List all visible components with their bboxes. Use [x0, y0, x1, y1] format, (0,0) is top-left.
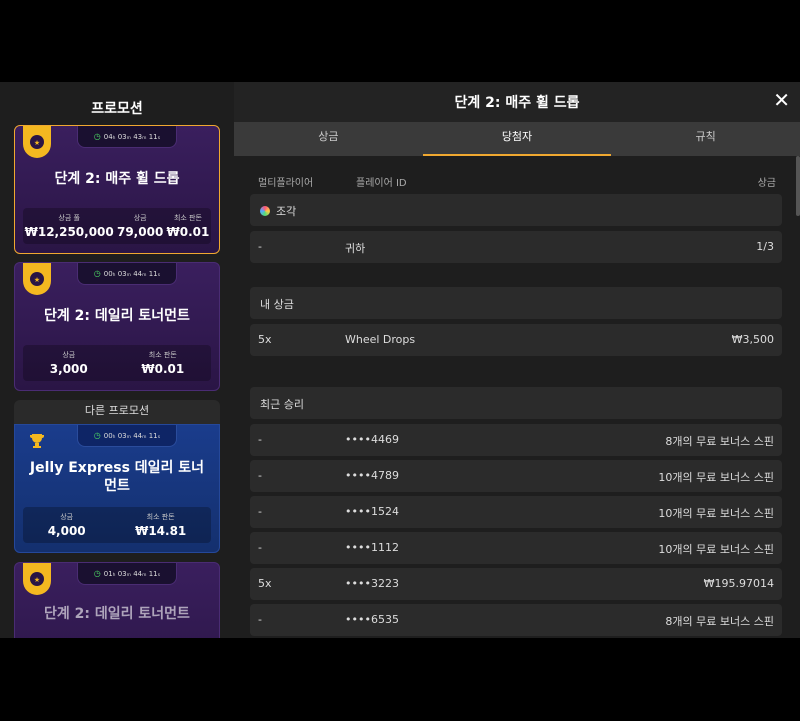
col-header-player-id: 플레이어 ID: [356, 178, 407, 189]
promotion-details: 단계 2: 매주 휠 드롭 ✕ 상금 당첨자 규칙 멀티플라이어 플레이어 ID…: [234, 82, 800, 638]
svg-text:★: ★: [34, 139, 40, 147]
table-row: - ••••1524 10개의 무료 보너스 스핀: [250, 496, 782, 528]
promo-title: Jelly Express 데일리 토너먼트: [29, 460, 205, 494]
promotions-panel: 프로모션 ★ ◷ 04ₕ 03ₘ 43ₘ 11ₛ 단계 2: 매주 휠 드롭 상금…: [0, 82, 800, 638]
pieces-section: 조각: [250, 194, 782, 226]
details-title: 단계 2: 매주 휠 드롭: [454, 95, 580, 111]
other-promotions-header: 다른 프로모션: [14, 400, 220, 426]
tab-prizes[interactable]: 상금: [234, 122, 423, 156]
my-prize-section: 내 상금: [250, 287, 782, 319]
svg-text:★: ★: [34, 576, 40, 584]
promotions-sidebar: 프로모션 ★ ◷ 04ₕ 03ₘ 43ₘ 11ₛ 단계 2: 매주 휠 드롭 상금…: [0, 82, 234, 638]
countdown-timer: ◷ 01ₕ 03ₘ 44ₘ 11ₛ: [77, 563, 177, 585]
promo-card-weekly-wheel-drop[interactable]: ★ ◷ 04ₕ 03ₘ 43ₘ 11ₛ 단계 2: 매주 휠 드롭 상금 풀 ₩12…: [14, 125, 220, 254]
clock-icon: ◷: [93, 569, 101, 578]
promo-card-daily-tournament-2[interactable]: ★ ◷ 01ₕ 03ₘ 44ₘ 11ₛ 단계 2: 데일리 토너먼트: [14, 562, 220, 638]
scrollbar[interactable]: [796, 156, 800, 216]
countdown-timer: ◷ 00ₕ 03ₘ 44ₘ 11ₛ: [77, 425, 177, 447]
stat-prize: 상금 3,000: [49, 351, 88, 376]
table-row: 5x ••••3223 ₩195.97014: [250, 568, 782, 600]
col-header-multiplier: 멀티플라이어: [258, 178, 314, 189]
clock-icon: ◷: [93, 269, 101, 278]
table-row: - ••••1112 10개의 무료 보너스 스핀: [250, 532, 782, 564]
trophy-badge-icon: ★: [23, 563, 51, 595]
stat-prize: 상금 79,000: [116, 214, 164, 239]
stat-prize: 상금 4,000: [47, 513, 86, 538]
close-icon[interactable]: ✕: [773, 90, 790, 110]
table-row: - ••••4469 8개의 무료 보너스 스핀: [250, 424, 782, 456]
countdown-timer: ◷ 04ₕ 03ₘ 43ₘ 11ₛ: [77, 126, 177, 148]
promo-title: 단계 2: 데일리 토너먼트: [44, 308, 190, 324]
trophy-badge-icon: ★: [23, 126, 51, 158]
table-row: - ••••4789 10개의 무료 보너스 스핀: [250, 460, 782, 492]
table-row: - ••••6535 8개의 무료 보너스 스핀: [250, 604, 782, 636]
table-row-you: - 귀하 1/3: [250, 231, 782, 263]
promo-stats: 상금 풀 ₩12,250,000 상금 79,000 최소 판돈 ₩0.01: [23, 208, 211, 244]
clock-icon: ◷: [93, 431, 101, 440]
countdown-timer: ◷ 00ₕ 03ₘ 44ₘ 11ₛ: [77, 263, 177, 285]
stat-min-bet: 최소 판돈 ₩0.01: [141, 351, 185, 376]
promo-stats: 상금 3,000 최소 판돈 ₩0.01: [23, 345, 211, 381]
table-row-my-prize: 5x Wheel Drops ₩3,500: [250, 324, 782, 356]
winners-content: 멀티플라이어 플레이어 ID 상금 조각 - 귀하 1/3 내 상금 5x Wh…: [234, 156, 800, 638]
sidebar-title: 프로모션: [91, 101, 143, 117]
pieces-icon: [260, 206, 270, 216]
promo-title: 단계 2: 매주 휠 드롭: [54, 171, 180, 187]
promo-title: 단계 2: 데일리 토너먼트: [44, 606, 190, 622]
details-tabs: 상금 당첨자 규칙: [234, 122, 800, 156]
promo-stats: 상금 4,000 최소 판돈 ₩14.81: [23, 507, 211, 543]
svg-text:★: ★: [34, 276, 40, 284]
stat-min-bet: 최소 판돈 ₩14.81: [135, 513, 187, 538]
trophy-icon: [23, 425, 51, 457]
col-header-prize: 상금: [757, 178, 776, 189]
promo-card-jelly-express[interactable]: ◷ 00ₕ 03ₘ 44ₘ 11ₛ Jelly Express 데일리 토너먼트 …: [14, 424, 220, 553]
tab-rules[interactable]: 규칙: [611, 122, 800, 156]
promo-card-daily-tournament[interactable]: ★ ◷ 00ₕ 03ₘ 44ₘ 11ₛ 단계 2: 데일리 토너먼트 상금 3,00…: [14, 262, 220, 391]
stat-prize-pool: 상금 풀 ₩12,250,000: [24, 214, 114, 239]
stat-min-bet: 최소 판돈 ₩0.01: [166, 214, 210, 239]
recent-wins-section: 최근 승리: [250, 387, 782, 419]
tab-winners[interactable]: 당첨자: [422, 122, 612, 156]
clock-icon: ◷: [93, 132, 101, 141]
trophy-badge-icon: ★: [23, 263, 51, 295]
